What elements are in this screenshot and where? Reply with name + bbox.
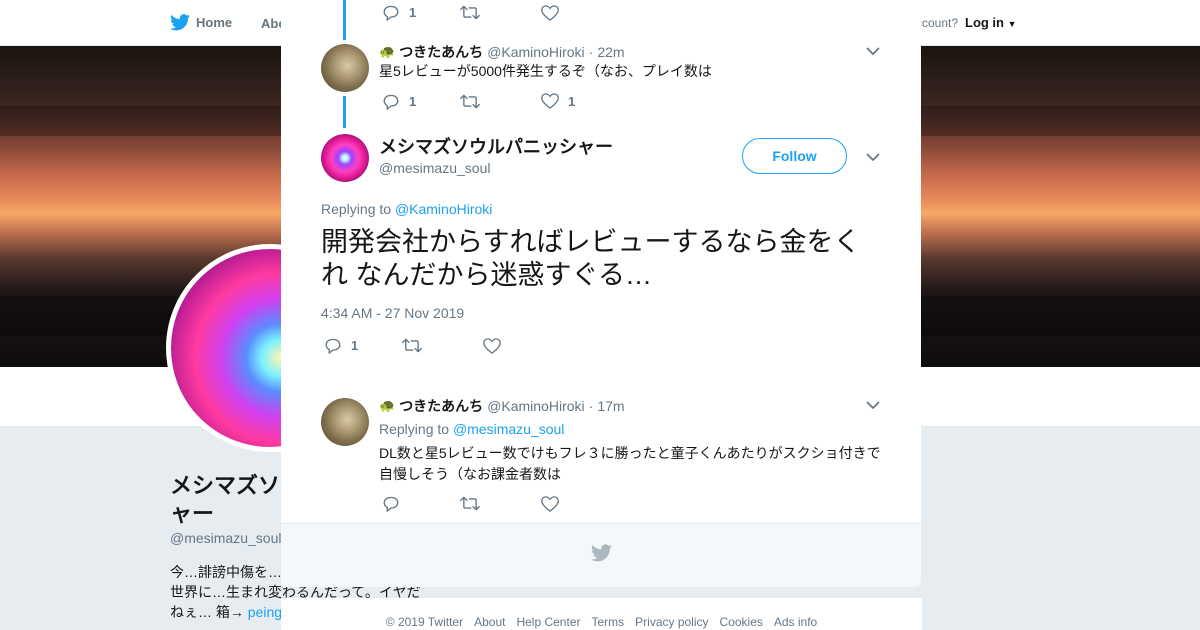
retweet-action[interactable] (460, 496, 480, 511)
thread-connector (343, 0, 346, 40)
reply-icon (383, 5, 399, 21)
reply-action[interactable] (382, 495, 400, 512)
reply-icon (383, 496, 399, 512)
heart-icon (541, 93, 559, 109)
footer-link-terms[interactable]: Terms (591, 615, 624, 630)
replying-to-link[interactable]: @mesimazu_soul (453, 421, 564, 437)
tweet-text: 星5レビューが5000件発生するぞ（なお、プレイ数は (379, 63, 712, 79)
tweet-author-name[interactable]: つきたあんち (399, 396, 483, 416)
tweet-text: DL数と星5レビュー数でけもフレ３に勝ったと童子くんあたりがスクショ付きで 自慢… (379, 443, 881, 485)
account-prompt: ccount? (916, 16, 959, 30)
nav-home-link[interactable]: Home (170, 14, 232, 31)
user-avatar[interactable] (321, 44, 369, 92)
footer-link-privacy-policy[interactable]: Privacy policy (635, 615, 708, 630)
retweet-icon (460, 496, 480, 511)
reply-action[interactable]: 1 (382, 4, 416, 21)
tweet-text-line: 自慢しそう（なお課金者数は (379, 466, 561, 482)
retweet-icon (402, 338, 422, 353)
tweet-header: 🐢 つきたあんち @KaminoHiroki · 22m (379, 42, 625, 62)
heart-icon (541, 496, 559, 512)
separator-dot: · (588, 398, 594, 414)
like-count: 1 (568, 93, 576, 109)
follow-button[interactable]: Follow (742, 138, 847, 174)
retweet-action[interactable] (460, 5, 480, 20)
replying-to: Replying to @KaminoHiroki (321, 201, 492, 217)
replying-prefix: Replying to (379, 421, 450, 437)
main-tweet-text: 開発会社からすればレビューするなら金をくれ なんだから迷惑すぐる… (321, 227, 861, 290)
footer-link-about[interactable]: About (474, 615, 505, 630)
chevron-down-icon[interactable] (865, 149, 881, 165)
separator-dot: · (588, 44, 594, 60)
retweet-icon (460, 5, 480, 20)
login-label: Log in (965, 15, 1004, 30)
tweet-author-handle[interactable]: @KaminoHiroki (487, 44, 584, 60)
footer-copyright: © 2019 Twitter (385, 615, 464, 629)
tweet-time[interactable]: 17m (597, 398, 624, 414)
main-tweet-author-name[interactable]: メシマズソウルパニッシャー (379, 133, 613, 159)
replying-to: Replying to @mesimazu_soul (379, 421, 564, 437)
reply-action[interactable]: 1 (382, 93, 416, 110)
retweet-action[interactable] (402, 338, 422, 353)
footer-link-ads-info[interactable]: Ads info (774, 615, 817, 630)
reply-icon (325, 338, 341, 354)
main-tweet-author-handle[interactable]: @mesimazu_soul (379, 160, 490, 176)
tweet-time[interactable]: 22m (597, 44, 624, 60)
retweet-icon (460, 94, 480, 109)
turtle-emoji-icon: 🐢 (379, 398, 396, 413)
caret-down-icon: ▼ (1007, 19, 1017, 29)
bio-link[interactable]: peing (248, 604, 282, 620)
bio-line-text: ねぇ… 箱→ (170, 604, 244, 620)
tweet-author-name[interactable]: つきたあんち (399, 42, 483, 62)
tweet-thread-modal: 1 🐢 つきたあんち @KaminoHiroki · 22m 星5レビューが50… (281, 0, 921, 587)
user-avatar[interactable] (321, 134, 369, 182)
profile-handle: @mesimazu_soul (170, 530, 282, 546)
tweet-text-line: DL数と星5レビュー数でけもフレ３に勝ったと童子くんあたりがスクショ付きで (379, 445, 881, 461)
reply-count: 1 (351, 338, 359, 353)
retweet-action[interactable] (460, 94, 480, 109)
chevron-down-icon[interactable] (865, 397, 881, 413)
heart-icon (541, 5, 559, 21)
modal-footer (281, 523, 921, 587)
replying-prefix: Replying to (321, 201, 392, 217)
reply-count: 1 (409, 5, 417, 20)
like-action[interactable] (541, 5, 559, 21)
reply-action[interactable]: 1 (324, 337, 358, 354)
turtle-emoji-icon: 🐢 (379, 44, 396, 59)
tweet-author-handle[interactable]: @KaminoHiroki (487, 398, 584, 414)
twitter-bird-icon (591, 544, 612, 562)
heart-icon (483, 338, 501, 354)
nav-home-label: Home (196, 15, 233, 30)
login-dropdown[interactable]: Log in ▼ (965, 15, 1017, 30)
footer-link-help-center[interactable]: Help Center (516, 615, 580, 630)
reply-icon (383, 94, 399, 110)
user-avatar[interactable] (321, 398, 369, 446)
like-action[interactable] (541, 496, 559, 512)
replying-to-link[interactable]: @KaminoHiroki (395, 201, 492, 217)
like-action[interactable] (483, 338, 501, 354)
twitter-bird-icon (170, 14, 190, 31)
chevron-down-icon[interactable] (865, 43, 881, 59)
main-tweet-timestamp[interactable]: 4:34 AM - 27 Nov 2019 (321, 305, 464, 321)
tweet-header: 🐢 つきたあんち @KaminoHiroki · 17m (379, 396, 625, 416)
page-footer: © 2019 Twitter About Help Center Terms P… (281, 598, 922, 630)
close-icon[interactable] (1152, 11, 1180, 39)
reply-count: 1 (409, 94, 417, 109)
thread-connector (343, 96, 346, 128)
like-action[interactable]: 1 (541, 93, 575, 109)
footer-link-cookies[interactable]: Cookies (720, 615, 763, 630)
